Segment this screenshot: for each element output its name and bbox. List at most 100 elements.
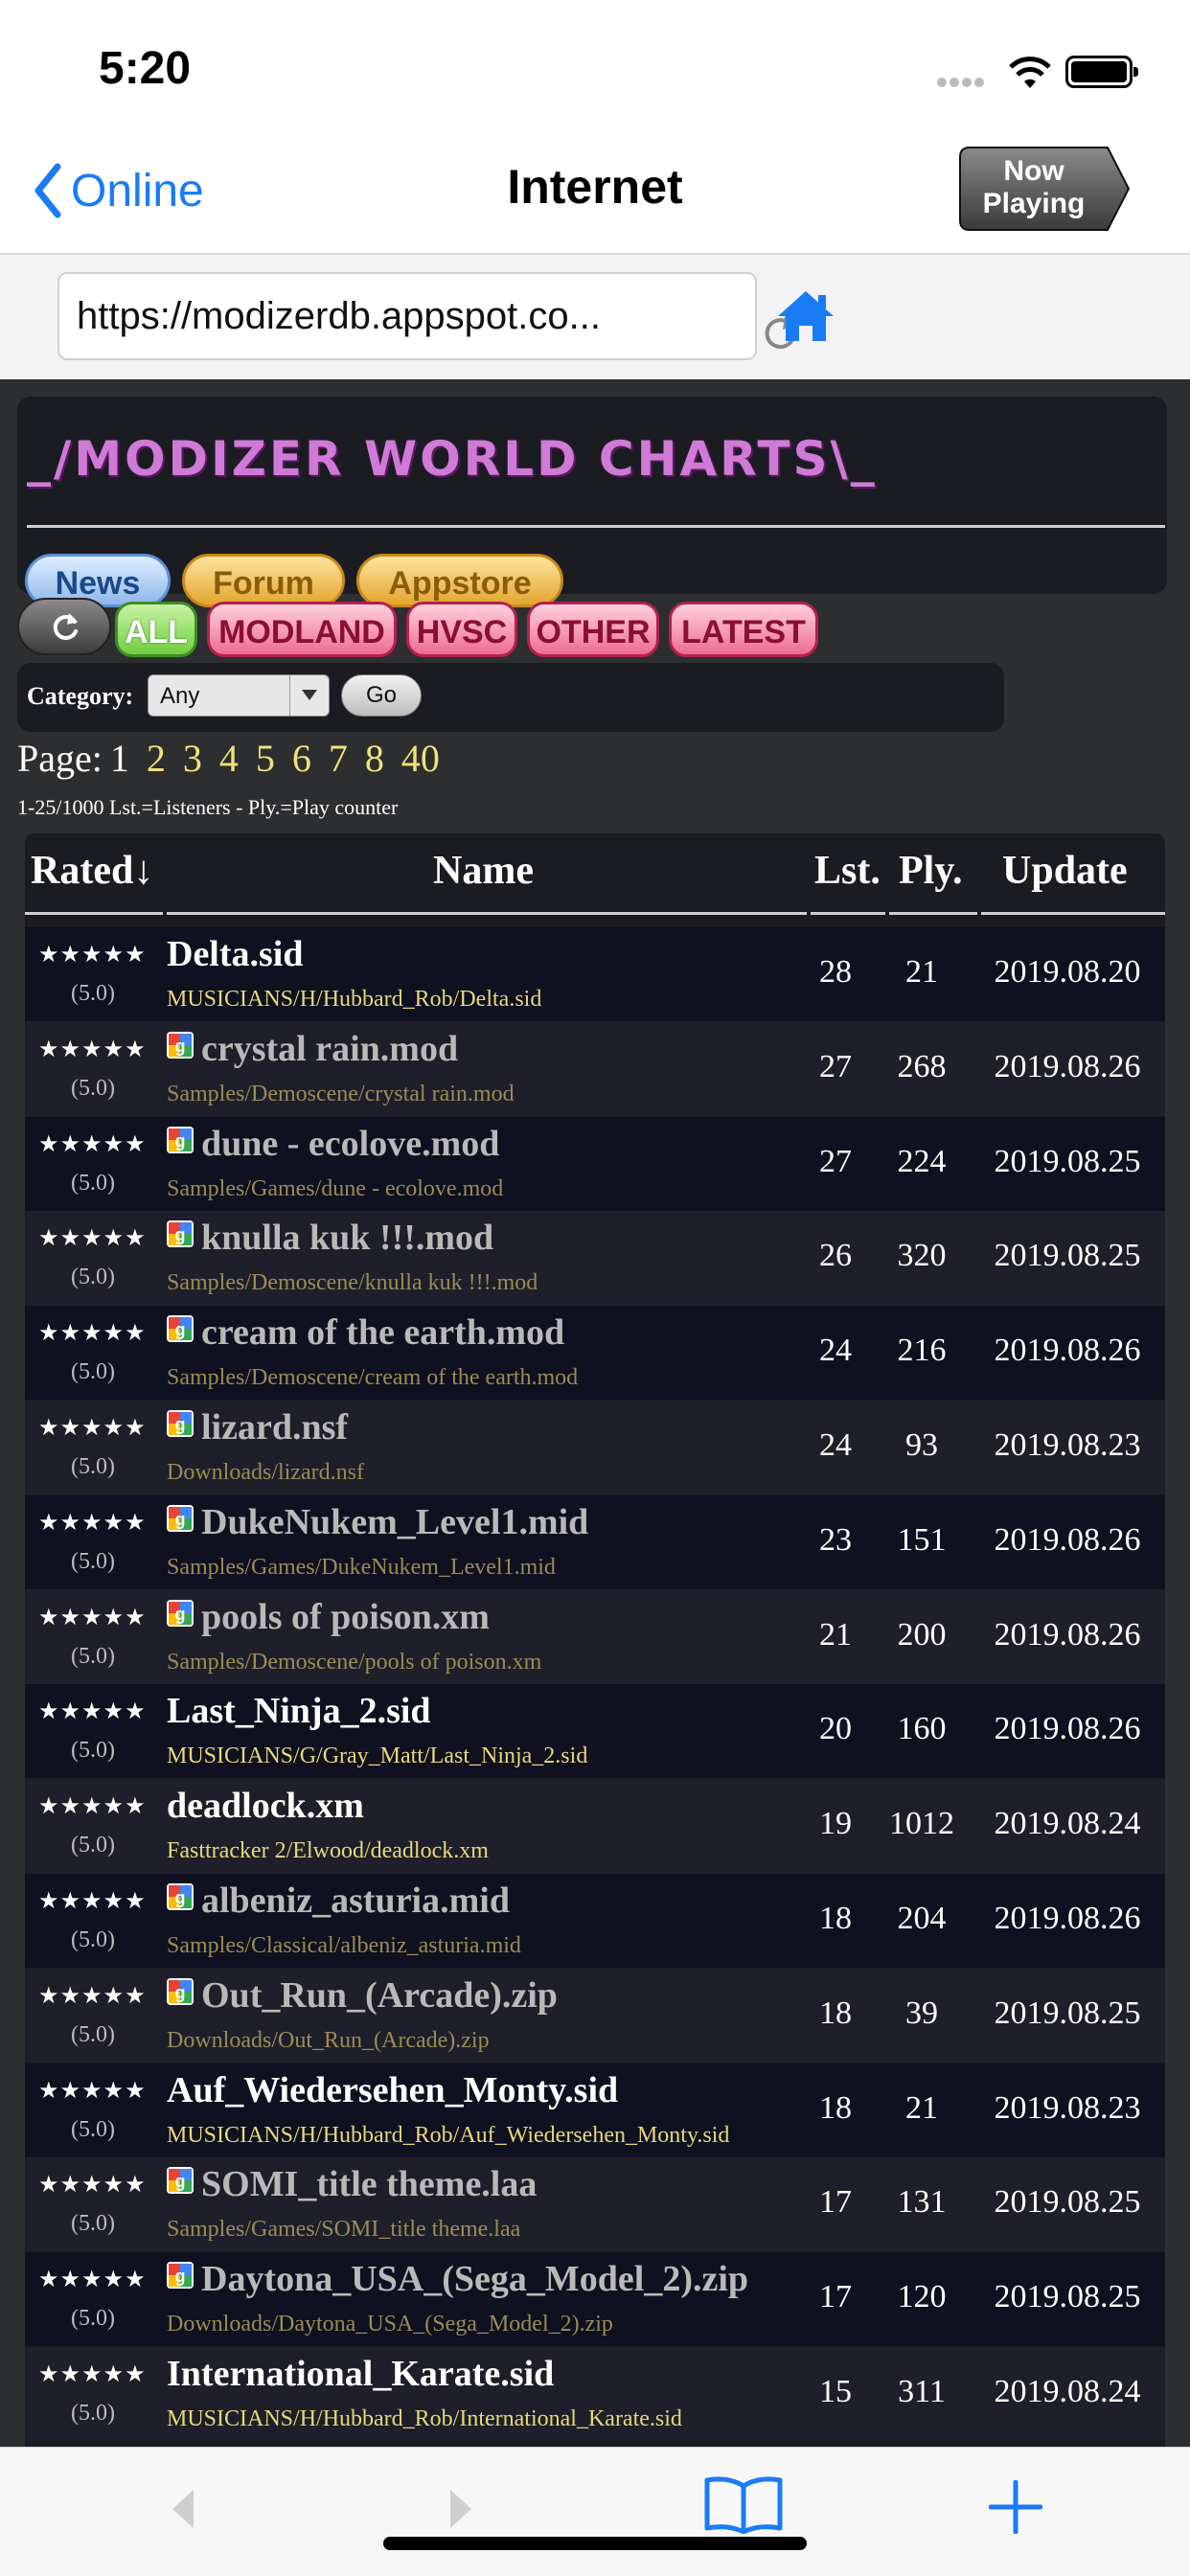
tab-all[interactable]: ALL bbox=[115, 602, 197, 657]
rating-score: (5.0) bbox=[71, 2401, 115, 2426]
table-row[interactable]: ★★★★★ (5.0) g SOMI_title theme.laa Samples/G… bbox=[25, 2157, 1165, 2252]
file-name: pools of poison.xm bbox=[201, 1596, 490, 1637]
svg-text:g: g bbox=[175, 1415, 186, 1434]
now-playing-button[interactable]: Now Playing bbox=[958, 146, 1131, 232]
header-divider bbox=[889, 912, 977, 915]
back-arrow-icon[interactable] bbox=[169, 2488, 197, 2530]
category-select[interactable]: Any bbox=[148, 674, 330, 717]
header-divider bbox=[167, 912, 807, 915]
table-row[interactable]: ★★★★★ (5.0) Last_Ninja_2.sid MUSICIANS/G/Gr… bbox=[25, 1684, 1165, 1779]
file-name-link[interactable]: g Daytona_USA_(Sega_Model_2).zip bbox=[167, 2258, 748, 2300]
file-path: Samples/Demoscene/cream of the earth.mod bbox=[167, 1365, 579, 1391]
file-name-link[interactable]: deadlock.xm bbox=[167, 1785, 364, 1827]
file-name: deadlock.xm bbox=[167, 1786, 364, 1827]
file-name-link[interactable]: g DukeNukem_Level1.mid bbox=[167, 1501, 588, 1543]
rating-stars: ★★★★★ bbox=[38, 942, 147, 968]
forum-button[interactable]: Forum bbox=[182, 554, 345, 607]
page-link-4[interactable]: 4 bbox=[219, 737, 239, 780]
appstore-button[interactable]: Appstore bbox=[356, 554, 563, 607]
header-lst[interactable]: Lst. bbox=[814, 833, 881, 908]
table-row[interactable]: ★★★★★ (5.0) g Daytona_USA_(Sega_Model_2).zi… bbox=[25, 2252, 1165, 2347]
google-icon: g bbox=[167, 1031, 194, 1059]
table-row[interactable]: ★★★★★ (5.0) g crystal rain.mod Samples/Demos… bbox=[25, 1021, 1165, 1116]
page-link-6[interactable]: 6 bbox=[292, 737, 311, 780]
tab-hvsc[interactable]: HVSC bbox=[406, 602, 517, 657]
page-link-7[interactable]: 7 bbox=[329, 737, 348, 780]
file-path: MUSICIANS/H/Hubbard_Rob/Delta.sid bbox=[167, 987, 542, 1012]
refresh-button[interactable] bbox=[17, 598, 111, 655]
listeners-count: 28 bbox=[819, 954, 852, 990]
table-row[interactable]: ★★★★★ (5.0) g lizard.nsf Downloads/lizard.ns… bbox=[25, 1401, 1165, 1494]
file-name-link[interactable]: g dune - ecolove.mod bbox=[167, 1123, 499, 1165]
google-icon: g bbox=[167, 1504, 194, 1532]
rating-score: (5.0) bbox=[71, 1359, 115, 1385]
table-row[interactable]: ★★★★★ (5.0) g DukeNukem_Level1.mid Samples/G… bbox=[25, 1494, 1165, 1589]
rating-stars: ★★★★★ bbox=[38, 1793, 147, 1820]
play-count: 93 bbox=[905, 1427, 938, 1463]
site-logo: _/MODIZER WORLD CHARTS\_ bbox=[27, 431, 878, 487]
tab-modland[interactable]: MODLAND bbox=[207, 602, 397, 657]
google-icon: g bbox=[167, 1315, 194, 1343]
tab-latest[interactable]: LATEST bbox=[669, 602, 818, 657]
page-link-3[interactable]: 3 bbox=[183, 737, 202, 780]
file-name-link[interactable]: g crystal rain.mod bbox=[167, 1028, 458, 1070]
page-link-2[interactable]: 2 bbox=[147, 737, 166, 780]
file-name-link[interactable]: g SOMI_title theme.laa bbox=[167, 2163, 537, 2205]
page-link-5[interactable]: 5 bbox=[256, 737, 275, 780]
update-date: 2019.08.26 bbox=[994, 1048, 1141, 1084]
pagination: Page: 1 2 3 4 5 6 7 8 40 bbox=[17, 732, 440, 786]
header-name[interactable]: Name bbox=[433, 833, 534, 908]
file-name-link[interactable]: Auf_Wiedersehen_Monty.sid bbox=[167, 2069, 618, 2111]
file-name-link[interactable]: Last_Ninja_2.sid bbox=[167, 1690, 431, 1732]
listeners-count: 24 bbox=[819, 1333, 852, 1369]
logo-divider bbox=[27, 525, 1165, 528]
file-name-link[interactable]: g Out_Run_(Arcade).zip bbox=[167, 1974, 558, 2017]
table-row[interactable]: ★★★★★ (5.0) g knulla kuk !!!.mod Samples/Dem… bbox=[25, 1211, 1165, 1306]
add-icon[interactable] bbox=[989, 2480, 1042, 2534]
update-date: 2019.08.26 bbox=[994, 1521, 1141, 1558]
table-row[interactable]: ★★★★★ (5.0) Delta.sid MUSICIANS/H/Hubbard_R… bbox=[25, 927, 1165, 1021]
file-name-link[interactable]: International_Karate.sid bbox=[167, 2353, 554, 2395]
update-date: 2019.08.25 bbox=[994, 2279, 1141, 2315]
file-name-link[interactable]: Delta.sid bbox=[167, 933, 304, 975]
table-row[interactable]: ★★★★★ (5.0) g Out_Run_(Arcade).zip Downloads… bbox=[25, 1968, 1165, 2063]
file-name-link[interactable]: g cream of the earth.mod bbox=[167, 1311, 564, 1354]
page-link-8[interactable]: 8 bbox=[365, 737, 384, 780]
url-field[interactable]: https://modizerdb.appspot.co... bbox=[57, 272, 795, 360]
listeners-count: 21 bbox=[819, 1616, 852, 1653]
rating-stars: ★★★★★ bbox=[38, 1604, 147, 1630]
forward-arrow-icon[interactable] bbox=[446, 2488, 475, 2530]
table-row[interactable]: ★★★★★ (5.0) g albeniz_asturia.mid Samples/Cl… bbox=[25, 1874, 1165, 1968]
file-name-link[interactable]: g albeniz_asturia.mid bbox=[167, 1880, 510, 1922]
header-ply[interactable]: Ply. bbox=[899, 833, 963, 908]
update-date: 2019.08.23 bbox=[994, 2089, 1141, 2126]
play-count: 268 bbox=[897, 1048, 947, 1084]
listeners-count: 23 bbox=[819, 1521, 852, 1558]
svg-text:g: g bbox=[175, 1037, 186, 1056]
file-name-link[interactable]: g lizard.nsf bbox=[167, 1406, 348, 1448]
rating-stars: ★★★★★ bbox=[38, 1320, 147, 1347]
table-row[interactable]: ★★★★★ (5.0) g cream of the earth.mod Samples… bbox=[25, 1306, 1165, 1401]
home-icon[interactable] bbox=[774, 287, 837, 345]
file-name-link[interactable]: g knulla kuk !!!.mod bbox=[167, 1217, 493, 1259]
go-button[interactable]: Go bbox=[341, 674, 422, 717]
rating-score: (5.0) bbox=[71, 1738, 115, 1764]
bookmarks-icon[interactable] bbox=[703, 2473, 784, 2534]
rating-stars: ★★★★★ bbox=[38, 1225, 147, 1252]
svg-text:g: g bbox=[175, 2172, 186, 2191]
page-link-40[interactable]: 40 bbox=[401, 737, 440, 780]
table-row[interactable]: ★★★★★ (5.0) deadlock.xm Fasttracker 2/Elwoo… bbox=[25, 1779, 1165, 1874]
update-date: 2019.08.26 bbox=[994, 1901, 1141, 1936]
header-rated[interactable]: Rated↓ bbox=[31, 833, 153, 908]
header-update[interactable]: Update bbox=[1002, 833, 1128, 908]
tab-other[interactable]: OTHER bbox=[527, 602, 659, 657]
table-row[interactable]: ★★★★★ (5.0) g pools of poison.xm Samples/Dem… bbox=[25, 1589, 1165, 1684]
file-name-link[interactable]: g pools of poison.xm bbox=[167, 1596, 490, 1638]
home-indicator bbox=[383, 2537, 807, 2550]
file-name: Out_Run_(Arcade).zip bbox=[201, 1974, 558, 2016]
table-row[interactable]: ★★★★★ (5.0) International_Karate.sid MUSICI… bbox=[25, 2347, 1165, 2441]
play-count: 320 bbox=[897, 1238, 947, 1274]
listeners-count: 18 bbox=[819, 1901, 852, 1936]
table-row[interactable]: ★★★★★ (5.0) Auf_Wiedersehen_Monty.sid MUSIC… bbox=[25, 2063, 1165, 2157]
table-row[interactable]: ★★★★★ (5.0) g dune - ecolove.mod Samples/Gam… bbox=[25, 1116, 1165, 1211]
